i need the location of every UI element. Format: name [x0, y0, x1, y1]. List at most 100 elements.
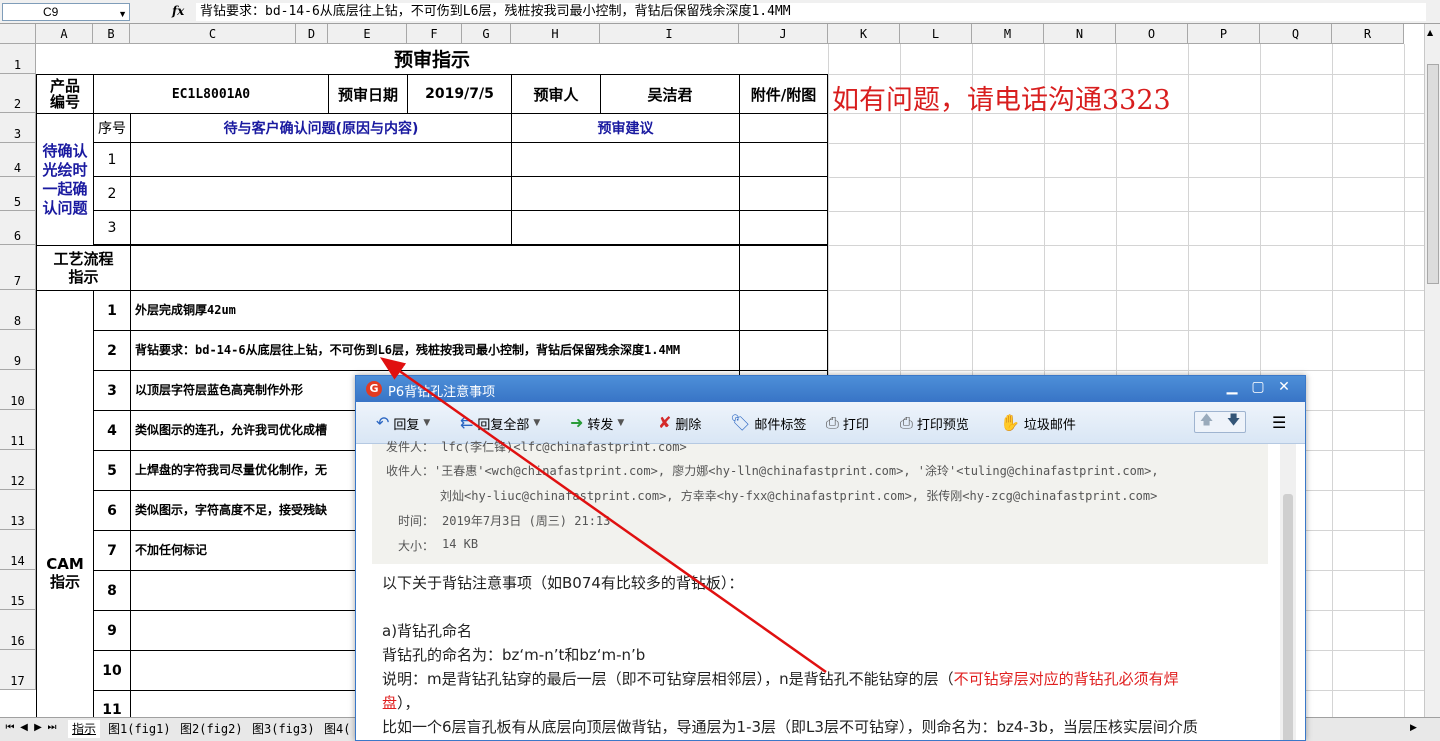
issues-header[interactable]: 待与客户确认问题(原因与内容)	[130, 113, 512, 143]
process-content[interactable]	[130, 245, 740, 291]
to-line-2[interactable]: 刘灿<hy-liuc@chinafastprint.com>, 方幸幸<hy-f…	[440, 487, 1157, 504]
cam-item-number[interactable]: 1	[93, 290, 131, 331]
process-label[interactable]: 工艺流程指示	[36, 245, 131, 291]
pending-suggestion[interactable]	[511, 210, 740, 245]
cam-item-number[interactable]: 4	[93, 410, 131, 451]
pending-seq[interactable]: 1	[93, 142, 131, 177]
column-header[interactable]: K	[828, 24, 900, 44]
column-header[interactable]: J	[739, 24, 828, 44]
suggestion-header[interactable]: 预审建议	[511, 113, 740, 143]
column-header[interactable]: E	[328, 24, 407, 44]
pending-issues-label[interactable]: 待确认光绘时一起确认问题	[36, 113, 94, 246]
email-scrollbar[interactable]	[1280, 444, 1296, 740]
cam-item-text[interactable]: 背钻要求：bd-14-6从底层往上钻，不可伤到L6层，残桩按我司最小控制，背钻后…	[130, 330, 740, 371]
row-header[interactable]: 10	[0, 370, 36, 410]
fx-icon[interactable]: fx	[172, 4, 184, 18]
email-scrollbar-thumb[interactable]	[1283, 494, 1293, 740]
row-header[interactable]: 15	[0, 570, 36, 610]
arrow-down-icon[interactable]: 🡇	[1227, 411, 1240, 433]
cam-label[interactable]: CAM指示	[36, 290, 94, 717]
cam-item-attachment[interactable]	[739, 330, 828, 371]
column-header[interactable]: L	[900, 24, 972, 44]
cam-item-text[interactable]: 外层完成铜厚42um	[130, 290, 740, 331]
row-header[interactable]: 12	[0, 450, 36, 490]
cam-item-number[interactable]: 10	[93, 650, 131, 691]
review-date[interactable]: 2019/7/5	[407, 74, 512, 114]
sheet-title[interactable]: 预审指示	[36, 44, 828, 75]
column-header[interactable]: F	[407, 24, 462, 44]
pending-issue[interactable]	[130, 176, 512, 211]
reviewer-label[interactable]: 预审人	[511, 74, 601, 114]
pending-suggestion[interactable]	[511, 176, 740, 211]
row-header[interactable]: 11	[0, 410, 36, 450]
select-all-corner[interactable]	[0, 24, 36, 44]
chevron-down-icon[interactable]: ▼	[617, 418, 624, 428]
pending-seq[interactable]: 2	[93, 176, 131, 211]
column-header[interactable]: P	[1188, 24, 1260, 44]
column-header[interactable]: A	[36, 24, 93, 44]
name-box[interactable]: C9 ▼	[2, 3, 130, 21]
review-date-label[interactable]: 预审日期	[328, 74, 408, 114]
column-header[interactable]: O	[1116, 24, 1188, 44]
cam-item-number[interactable]: 8	[93, 570, 131, 611]
row-header[interactable]: 5	[0, 177, 36, 211]
forward-button[interactable]: ➜ 转发 ▼	[570, 413, 624, 433]
row-header[interactable]: 13	[0, 490, 36, 530]
pending-issue[interactable]	[130, 210, 512, 245]
next-sheet-icon[interactable]: ▶	[32, 722, 44, 733]
row-header[interactable]: 16	[0, 610, 36, 650]
arrow-up-icon[interactable]: 🡅	[1200, 411, 1213, 433]
cam-item-number[interactable]: 6	[93, 490, 131, 531]
row-header[interactable]: 2	[0, 74, 36, 113]
close-icon[interactable]: ✕	[1274, 379, 1294, 395]
product-label[interactable]: 产品编号	[36, 74, 94, 114]
sheet-tab[interactable]: 图4(	[320, 720, 354, 738]
column-header[interactable]: C	[130, 24, 296, 44]
sheet-tab[interactable]: 图3(fig3)	[248, 720, 319, 738]
chevron-down-icon[interactable]: ▼	[423, 418, 430, 428]
vertical-scrollbar[interactable]: ▲	[1424, 24, 1440, 717]
mail-tag-button[interactable]: 🏷 邮件标签	[730, 413, 806, 433]
pending-attachment[interactable]	[739, 142, 828, 177]
attachment-label[interactable]: 附件/附图	[739, 74, 828, 114]
contact-note[interactable]: 如有问题，请电话沟通3323	[832, 78, 1171, 117]
prev-sheet-icon[interactable]: ◀	[18, 722, 30, 733]
column-header[interactable]: I	[600, 24, 739, 44]
first-sheet-icon[interactable]: ⏮	[4, 722, 16, 733]
column-header[interactable]: N	[1044, 24, 1116, 44]
print-button[interactable]: ⎙ 打印	[826, 413, 869, 433]
pending-suggestion[interactable]	[511, 142, 740, 177]
scroll-up-icon[interactable]: ▲	[1427, 28, 1433, 37]
row-header[interactable]: 8	[0, 290, 36, 330]
pending-seq[interactable]: 3	[93, 210, 131, 245]
sheet-tab[interactable]: 指示	[68, 720, 101, 738]
cam-item-number[interactable]: 5	[93, 450, 131, 491]
row-header[interactable]: 9	[0, 330, 36, 370]
scroll-right-icon[interactable]: ▶	[1410, 723, 1417, 733]
scrollbar-thumb[interactable]	[1427, 64, 1439, 284]
row-header[interactable]: 1	[0, 44, 36, 74]
reviewer-name[interactable]: 吴洁君	[600, 74, 740, 114]
row-header[interactable]: 6	[0, 211, 36, 245]
cam-item-number[interactable]: 11	[93, 690, 131, 717]
cam-item-number[interactable]: 3	[93, 370, 131, 411]
column-header[interactable]: G	[462, 24, 511, 44]
row-header[interactable]: 7	[0, 245, 36, 290]
sheet-tab[interactable]: 图2(fig2)	[176, 720, 247, 738]
minimize-icon[interactable]: ▁	[1222, 379, 1242, 395]
pending-attachment[interactable]	[739, 210, 828, 245]
column-header[interactable]: M	[972, 24, 1044, 44]
chevron-down-icon[interactable]: ▼	[533, 418, 540, 428]
process-attachment[interactable]	[739, 245, 828, 291]
row-header[interactable]: 4	[0, 143, 36, 177]
product-number[interactable]: EC1L8001A0	[93, 74, 329, 114]
cam-item-number[interactable]: 9	[93, 610, 131, 651]
chevron-down-icon[interactable]: ▼	[118, 6, 127, 22]
attachment-cell[interactable]	[739, 113, 828, 143]
print-preview-button[interactable]: ⎙ 打印预览	[900, 413, 969, 433]
row-header[interactable]: 17	[0, 650, 36, 690]
email-titlebar[interactable]: G P6背钻孔注意事项 ▁ ▢ ✕	[356, 376, 1305, 402]
reply-button[interactable]: ↶ 回复 ▼	[376, 413, 430, 433]
cam-item-number[interactable]: 7	[93, 530, 131, 571]
sheet-tab[interactable]: 图1(fig1)	[104, 720, 175, 738]
